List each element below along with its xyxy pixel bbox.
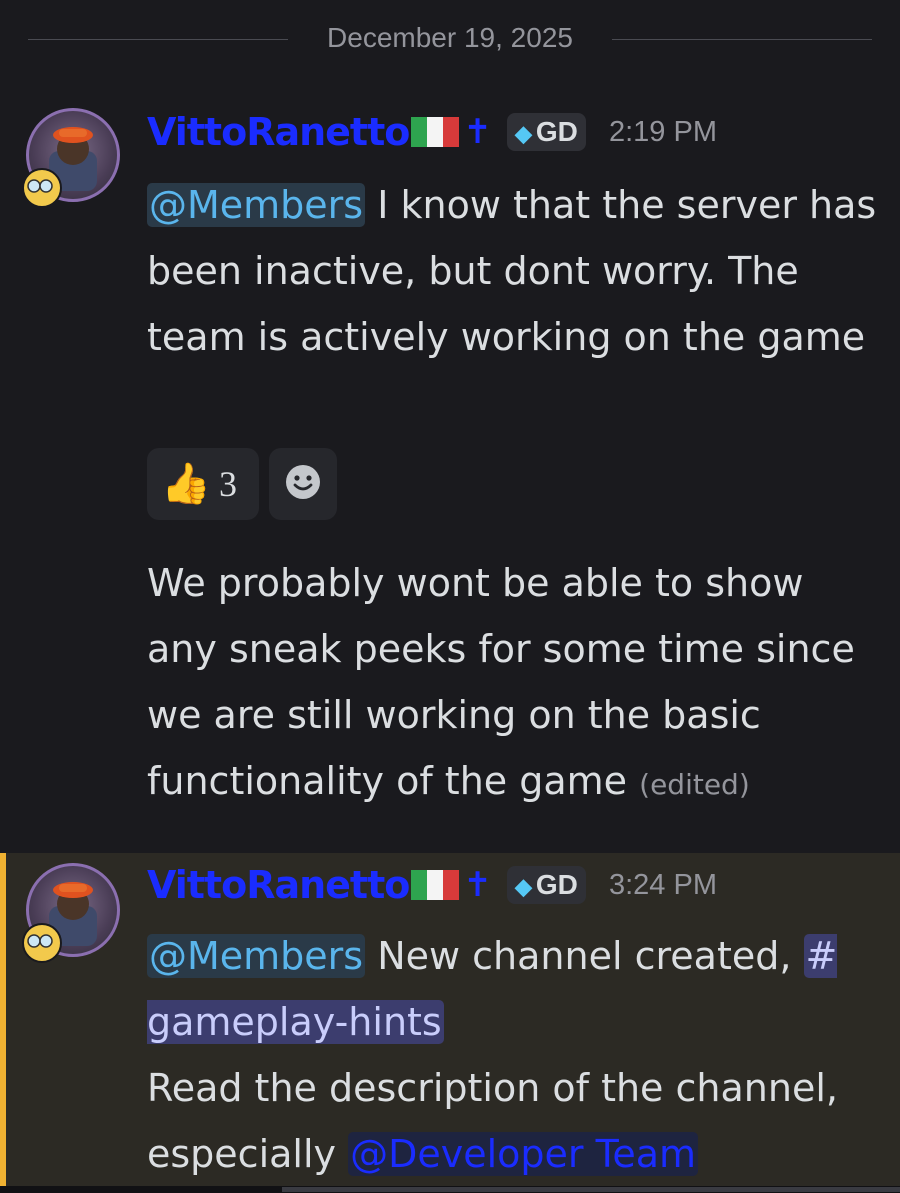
add-reaction-button[interactable] <box>269 448 337 520</box>
gem-icon: ◆ <box>514 874 532 899</box>
developer-team-mention[interactable]: @Developer Team <box>348 1132 699 1176</box>
thumbs-up-icon: 👍 <box>161 461 211 507</box>
username[interactable]: VittoRanetto <box>147 863 410 907</box>
members-mention[interactable]: @Members <box>147 934 366 978</box>
members-mention[interactable]: @Members <box>147 183 366 227</box>
server-tag[interactable]: ◆ GD <box>506 113 586 151</box>
bottom-scrollbar[interactable] <box>0 1186 900 1193</box>
message-content: @Members I know that the server has been… <box>147 172 882 370</box>
message-1[interactable]: VittoRanetto ✝ ◆ GD 2:19 PM @Members I kno… <box>0 98 900 828</box>
message-content-followup: We probably wont be able to show any sne… <box>147 550 882 818</box>
timestamp[interactable]: 2:19 PM <box>609 116 717 149</box>
message-2-highlighted[interactable]: VittoRanetto ✝ ◆ GD 3:24 PM @Members New c… <box>0 853 900 1193</box>
mention-highlight-bar <box>0 853 6 1193</box>
scrollbar-thumb[interactable] <box>282 1187 900 1192</box>
date-divider-label: December 19, 2025 <box>327 22 573 53</box>
timestamp[interactable]: 3:24 PM <box>609 869 717 902</box>
reaction-count: 3 <box>219 464 237 504</box>
avatar-decoration-icon <box>22 923 62 963</box>
server-tag-label: GD <box>535 869 578 900</box>
message-text: We probably wont be able to show any sne… <box>147 561 855 803</box>
message-content: @Members New channel created, #​gameplay… <box>147 923 882 1187</box>
divider-line-right <box>612 39 872 40</box>
message-text: New channel created, <box>365 934 804 978</box>
gem-icon: ◆ <box>514 121 532 146</box>
server-tag[interactable]: ◆ GD <box>506 866 586 904</box>
italy-flag-icon <box>411 117 460 147</box>
date-divider: December 19, 2025 <box>0 18 900 62</box>
smiley-icon <box>286 465 320 499</box>
reaction-thumbs-up[interactable]: 👍 3 <box>147 448 259 520</box>
username[interactable]: VittoRanetto <box>147 110 410 154</box>
latin-cross-icon: ✝ <box>463 865 492 905</box>
message-header: VittoRanetto ✝ ◆ GD 3:24 PM <box>147 863 717 919</box>
edited-label: (edited) <box>639 768 750 801</box>
avatar-decoration-icon <box>22 168 62 208</box>
server-tag-label: GD <box>535 116 578 147</box>
latin-cross-icon: ✝ <box>463 112 492 152</box>
italy-flag-icon <box>411 870 460 900</box>
message-header: VittoRanetto ✝ ◆ GD 2:19 PM <box>147 110 717 166</box>
